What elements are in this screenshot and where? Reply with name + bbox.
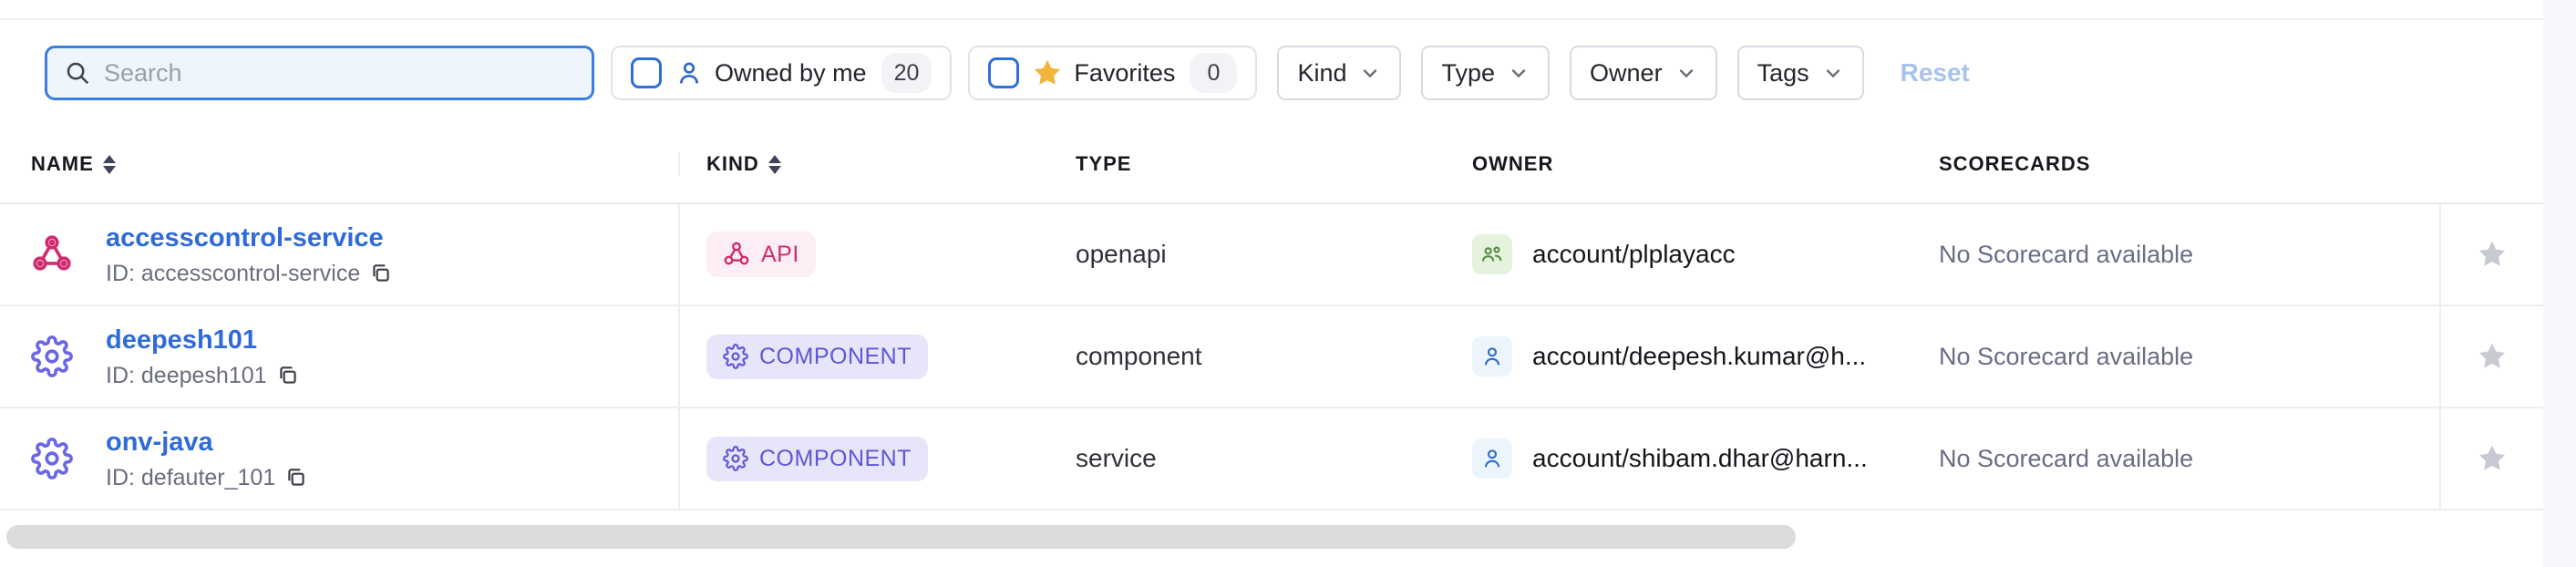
entity-name-link[interactable]: deepesh101: [106, 324, 300, 356]
copy-icon[interactable]: [284, 466, 308, 490]
gear-icon: [31, 438, 73, 479]
favorite-star-button[interactable]: [2476, 340, 2509, 373]
table-row: deepesh101 ID: deepesh101 COMPONENT: [0, 306, 2543, 408]
copy-icon[interactable]: [276, 364, 300, 387]
table-row: accesscontrol-service ID: accesscontrol-…: [0, 204, 2543, 306]
sort-icon[interactable]: [768, 155, 781, 174]
search-icon: [64, 59, 91, 87]
owner-value: account/shibam.dhar@harn...: [1532, 444, 1868, 473]
favorites-label: Favorites: [1074, 59, 1175, 88]
chevron-down-icon: [1508, 62, 1530, 84]
gear-icon: [723, 344, 748, 369]
favorites-count: 0: [1190, 53, 1237, 93]
kind-badge: API: [706, 232, 816, 277]
gear-icon: [31, 335, 73, 377]
kind-dropdown[interactable]: Kind: [1277, 46, 1401, 100]
entity-id: ID: accesscontrol-service: [106, 261, 360, 287]
filter-bar: Owned by me 20 Favorites 0 Kind Type Own…: [0, 20, 2543, 126]
entity-name-link[interactable]: accesscontrol-service: [106, 222, 393, 254]
entity-id: ID: deepesh101: [106, 363, 267, 389]
scorecard-status: No Scorecard available: [1939, 241, 2193, 269]
favorite-star-button[interactable]: [2476, 238, 2509, 271]
favorites-filter[interactable]: Favorites 0: [968, 46, 1257, 100]
chevron-down-icon: [1675, 62, 1697, 84]
kind-badge: COMPONENT: [706, 335, 928, 379]
kind-dropdown-label: Kind: [1297, 59, 1346, 88]
reset-button[interactable]: Reset: [1901, 58, 1970, 88]
owned-by-me-label: Owned by me: [715, 59, 867, 88]
favorite-star-icon: [1032, 57, 1063, 88]
table-header-row: NAME KIND TYPE OWNER SCORECARDS: [0, 126, 2543, 204]
type-dropdown[interactable]: Type: [1421, 46, 1550, 100]
entity-id: ID: defauter_101: [106, 465, 275, 491]
scorecard-status: No Scorecard available: [1939, 343, 2193, 371]
type-value: component: [1076, 342, 1202, 371]
type-dropdown-label: Type: [1441, 59, 1495, 88]
user-icon: [1472, 438, 1512, 479]
type-value: service: [1076, 444, 1157, 473]
api-icon: [723, 241, 750, 268]
tags-dropdown[interactable]: Tags: [1737, 46, 1864, 100]
owner-value: account/plplayacc: [1532, 240, 1736, 269]
owner-value: account/deepesh.kumar@h...: [1532, 342, 1866, 371]
user-icon: [1472, 336, 1512, 376]
kind-badge: COMPONENT: [706, 437, 928, 481]
favorite-star-button[interactable]: [2476, 442, 2509, 475]
person-icon: [675, 58, 704, 88]
type-value: openapi: [1076, 240, 1167, 269]
horizontal-scrollbar-thumb[interactable]: [6, 525, 1796, 549]
column-header-name[interactable]: NAME: [31, 152, 116, 176]
tags-dropdown-label: Tags: [1757, 59, 1809, 88]
horizontal-scrollbar-track[interactable]: [0, 512, 2543, 567]
column-header-kind[interactable]: KIND: [706, 152, 781, 176]
api-icon: [31, 233, 73, 275]
table-row: onv-java ID: defauter_101 COMPONENT: [0, 408, 2543, 510]
scorecard-status: No Scorecard available: [1939, 445, 2193, 473]
gear-icon: [723, 446, 748, 471]
catalog-panel: Owned by me 20 Favorites 0 Kind Type Own…: [0, 0, 2543, 567]
sort-icon[interactable]: [103, 155, 116, 174]
owner-dropdown-label: Owner: [1590, 59, 1663, 88]
owned-by-me-checkbox[interactable]: [631, 57, 662, 88]
favorites-checkbox[interactable]: [988, 57, 1019, 88]
kind-badge-label: API: [761, 242, 799, 268]
column-header-type: TYPE: [1076, 152, 1131, 176]
column-header-owner: OWNER: [1472, 152, 1553, 176]
top-divider: [0, 0, 2543, 20]
chevron-down-icon: [1822, 62, 1844, 84]
kind-badge-label: COMPONENT: [759, 446, 912, 472]
column-header-scorecards: SCORECARDS: [1939, 152, 2090, 176]
kind-badge-label: COMPONENT: [759, 344, 912, 370]
entity-name-link[interactable]: onv-java: [106, 426, 308, 459]
owner-dropdown[interactable]: Owner: [1570, 46, 1717, 100]
copy-icon[interactable]: [369, 262, 393, 285]
catalog-table: NAME KIND TYPE OWNER SCORECARDS: [0, 126, 2543, 510]
owned-by-me-filter[interactable]: Owned by me 20: [611, 46, 952, 100]
search-input[interactable]: [104, 59, 575, 88]
search-box[interactable]: [45, 46, 594, 100]
owned-by-me-count: 20: [881, 53, 933, 93]
group-icon: [1472, 234, 1512, 274]
chevron-down-icon: [1359, 62, 1381, 84]
